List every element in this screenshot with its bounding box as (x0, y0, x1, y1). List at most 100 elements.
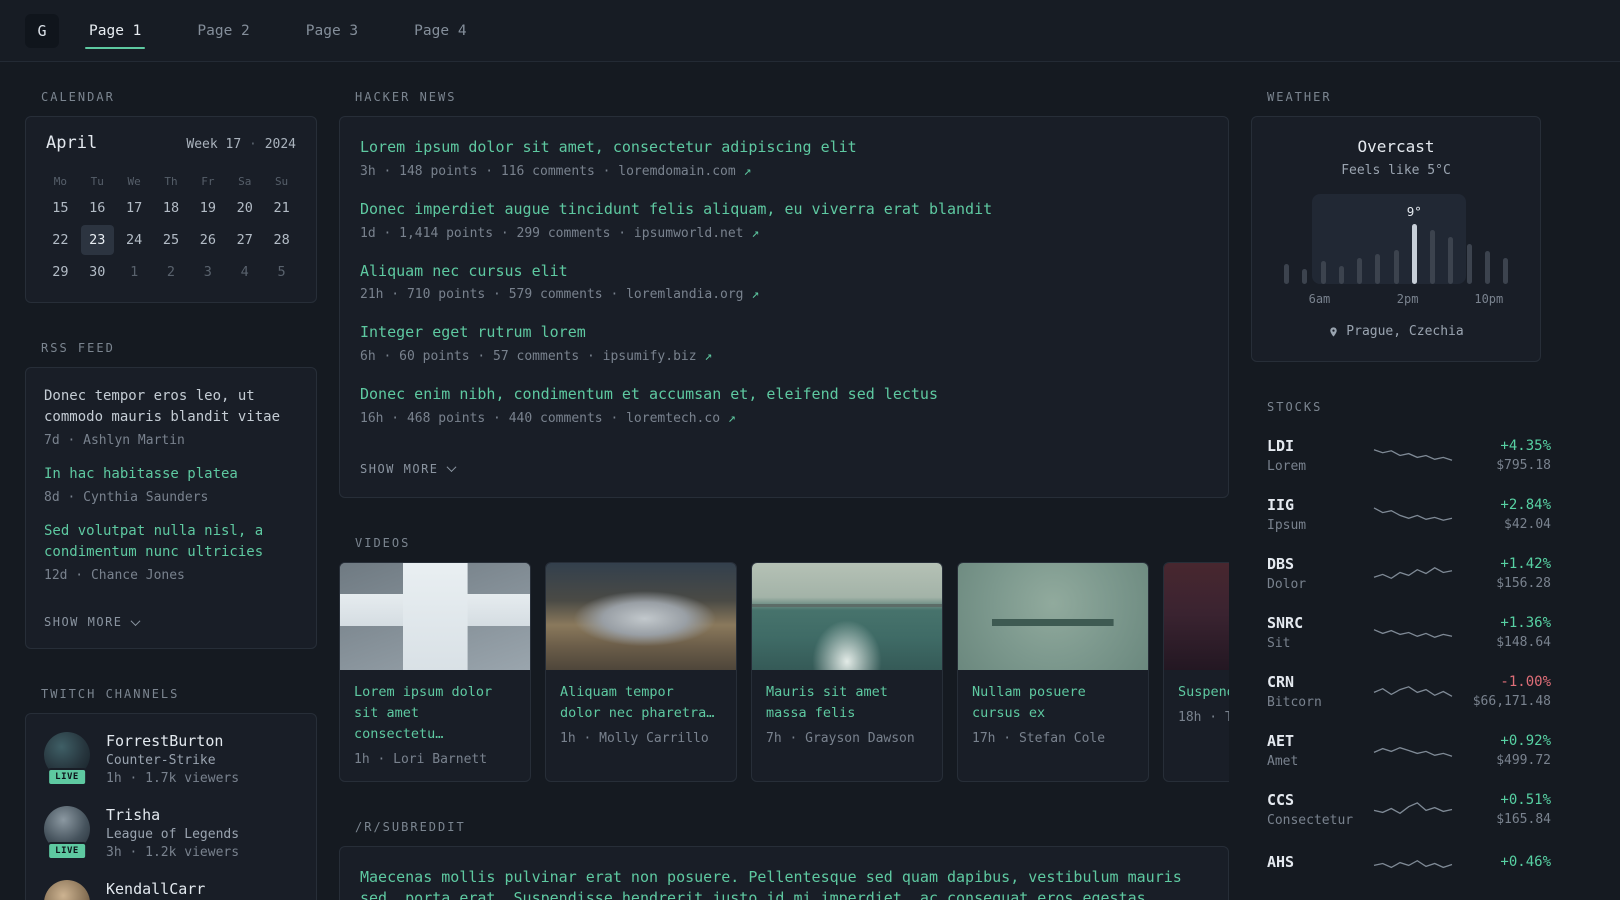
stock-name: Sit (1267, 635, 1291, 651)
hn-item-title[interactable]: Donec imperdiet augue tincidunt felis al… (360, 199, 1208, 221)
hourly-temp-chart: 9° (1280, 194, 1512, 284)
stock-row[interactable]: DBS Dolor +1.42% $156.28 (1251, 544, 1551, 603)
rss-card: Donec tempor eros leo, ut commodo mauris… (25, 367, 317, 649)
calendar-day: 21 (273, 200, 290, 216)
calendar-day-selected: 23 (80, 225, 114, 255)
page-tabs: Page 1 Page 2 Page 3 Page 4 (85, 0, 519, 61)
stock-price: $165.84 (1496, 811, 1551, 827)
video-title[interactable]: Mauris sit amet massa felis (766, 682, 928, 724)
twitch-channel-row[interactable]: KendallCarr (44, 880, 298, 900)
channel-game: Counter-Strike (106, 753, 216, 768)
twitch-channel-row[interactable]: LIVE Trisha League of Legends 3h · 1.2k … (44, 806, 298, 860)
video-meta: 7h · Grayson Dawson (766, 730, 915, 746)
tab-page-3[interactable]: Page 3 (302, 0, 362, 61)
tab-page-1[interactable]: Page 1 (85, 0, 146, 61)
widget-title-rss: RSS FEED (41, 341, 115, 355)
stock-row[interactable]: SNRC Sit +1.36% $148.64 (1251, 603, 1551, 662)
calendar-day: 27 (236, 232, 253, 248)
external-link-icon[interactable]: ↗ (704, 349, 712, 364)
channel-name: ForrestBurton (106, 732, 224, 750)
calendar-day: 1 (130, 264, 139, 280)
channel-avatar (44, 880, 90, 900)
stock-change: +0.92% (1500, 732, 1551, 749)
channel-name: Trisha (106, 806, 161, 824)
calendar-card: April Week 17 · 2024 Mo Tu We Th Fr Sa Su 15 16… (25, 116, 317, 303)
video-title[interactable]: Lorem ipsum dolor sit amet consectetu… (354, 682, 516, 745)
hn-show-more-button[interactable]: SHOW MORE (360, 461, 456, 476)
video-card[interactable]: Suspendisse diam 18h · Tara (1163, 561, 1229, 782)
video-thumbnail[interactable] (1164, 562, 1229, 670)
video-card[interactable]: Lorem ipsum dolor sit amet consectetu… 1… (339, 561, 531, 782)
calendar-widget: CALENDAR April Week 17 · 2024 Mo Tu We Th Fr… (25, 90, 317, 303)
video-thumbnail[interactable] (340, 562, 530, 670)
stocks-widget: STOCKS LDI Lorem +4.35% $795.18 IIG Ipsum +… (1251, 400, 1551, 889)
hn-item-title[interactable]: Integer eget rutrum lorem (360, 322, 1208, 344)
stock-row[interactable]: AHS +0.46% (1251, 839, 1551, 889)
tab-label: Page 4 (414, 22, 467, 39)
rss-item-title[interactable]: Sed volutpat nulla nisl, a condimentum n… (44, 521, 298, 563)
video-card[interactable]: Aliquam tempor dolor nec pharetra… 1h · … (545, 561, 737, 782)
stock-ticker: DBS (1267, 554, 1295, 573)
channel-meta: 1h · 1.7k viewers (106, 771, 240, 786)
weather-condition: Overcast (1357, 137, 1435, 156)
videos-widget: VIDEOS Lorem ipsum dolor sit amet consec… (339, 536, 1229, 782)
calendar-day: 15 (52, 200, 69, 216)
app-logo[interactable]: G (25, 13, 59, 48)
stock-row[interactable]: CCS Consectetur +0.51% $165.84 (1251, 780, 1551, 839)
reddit-post-title[interactable]: Maecenas mollis pulvinar erat non posuer… (360, 867, 1208, 900)
stock-row[interactable]: CRN Bitcorn -1.00% $66,171.48 (1251, 662, 1551, 721)
stock-change: +2.84% (1500, 496, 1551, 513)
stock-ticker: CCS (1267, 790, 1295, 809)
video-title[interactable]: Nullam posuere cursus ex (972, 682, 1134, 724)
video-meta: 1h · Lori Barnett (354, 751, 488, 767)
video-title[interactable]: Aliquam tempor dolor nec pharetra… (560, 682, 722, 724)
external-link-icon[interactable]: ↗ (728, 411, 736, 426)
external-link-icon[interactable]: ↗ (744, 164, 752, 179)
twitch-channel-row[interactable]: LIVE ForrestBurton Counter-Strike 1h · 1… (44, 732, 298, 786)
tab-page-2[interactable]: Page 2 (193, 0, 253, 61)
video-card[interactable]: Nullam posuere cursus ex 17h · Stefan Co… (957, 561, 1149, 782)
video-thumbnail[interactable] (752, 562, 942, 670)
stock-price: $66,171.48 (1472, 693, 1551, 709)
stock-row[interactable]: IIG Ipsum +2.84% $42.04 (1251, 485, 1551, 544)
hn-item-title[interactable]: Lorem ipsum dolor sit amet, consectetur … (360, 137, 1208, 159)
highlight-temp-label: 9° (1406, 204, 1422, 219)
calendar-day: 20 (236, 200, 253, 216)
sparkline-chart (1373, 859, 1453, 868)
stock-price: $148.64 (1496, 634, 1551, 650)
video-title[interactable]: Suspendisse diam (1178, 682, 1229, 703)
stocks-list: LDI Lorem +4.35% $795.18 IIG Ipsum +2.84% $4… (1251, 426, 1551, 889)
hackernews-widget: HACKER NEWS Lorem ipsum dolor sit amet, … (339, 90, 1229, 498)
twitch-card: LIVE ForrestBurton Counter-Strike 1h · 1… (25, 713, 317, 900)
stock-name: Amet (1267, 753, 1299, 769)
hn-item-title[interactable]: Donec enim nibh, condimentum et accumsan… (360, 384, 1208, 406)
time-label: 2pm (1396, 292, 1419, 306)
external-link-icon[interactable]: ↗ (751, 226, 759, 241)
rss-item-title[interactable]: In hac habitasse platea (44, 464, 298, 485)
channel-game: League of Legends (106, 827, 240, 842)
stock-ticker: IIG (1267, 495, 1295, 514)
video-card[interactable]: Mauris sit amet massa felis 7h · Grayson… (751, 561, 943, 782)
rss-show-more-button[interactable]: SHOW MORE (44, 615, 140, 629)
rss-item-title[interactable]: Donec tempor eros leo, ut commodo mauris… (44, 386, 298, 428)
stock-row[interactable]: AET Amet +0.92% $499.72 (1251, 721, 1551, 780)
show-more-label: SHOW MORE (44, 615, 123, 629)
hackernews-card: Lorem ipsum dolor sit amet, consectetur … (339, 116, 1229, 498)
widget-title-videos: VIDEOS (355, 535, 411, 550)
external-link-icon[interactable]: ↗ (751, 287, 759, 302)
show-more-label: SHOW MORE (360, 461, 439, 476)
video-thumbnail[interactable] (958, 562, 1148, 670)
weather-location[interactable]: Prague, Czechia (1328, 324, 1464, 339)
video-meta: 17h · Stefan Cole (972, 730, 1106, 746)
weather-feels-like: Feels like 5°C (1341, 163, 1451, 178)
sparkline-chart (1373, 507, 1453, 521)
tab-page-4[interactable]: Page 4 (410, 0, 470, 61)
stock-change: +1.42% (1500, 555, 1551, 572)
stock-row[interactable]: LDI Lorem +4.35% $795.18 (1251, 426, 1551, 485)
video-thumbnail[interactable] (546, 562, 736, 670)
stock-ticker: CRN (1267, 672, 1295, 691)
hn-item-title[interactable]: Aliquam nec cursus elit (360, 261, 1208, 283)
rss-item: Sed volutpat nulla nisl, a condimentum n… (44, 521, 298, 583)
hn-item-meta: 1d · 1,414 points · 299 comments · ipsum… (360, 225, 760, 241)
calendar-day: 18 (162, 200, 180, 216)
